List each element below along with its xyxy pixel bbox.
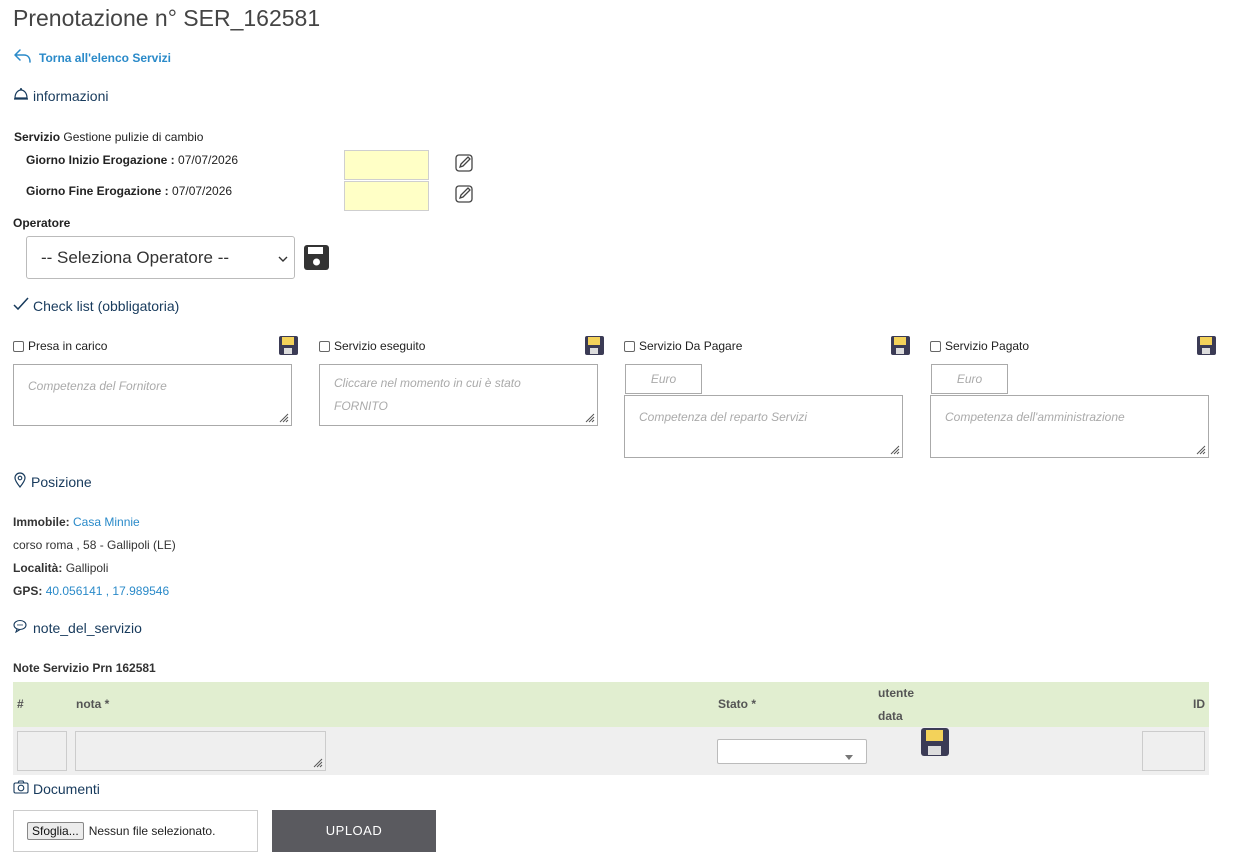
col-stato: Stato * <box>718 697 757 711</box>
checkbox-label: Servizio eseguito <box>334 339 426 353</box>
textarea-placeholder: Competenza del reparto Servizi <box>639 410 808 424</box>
note-table-title: Note Servizio Prn 162581 <box>13 661 156 675</box>
informazioni-title: informazioni <box>33 87 109 104</box>
operatore-selected: -- Seleziona Operatore -- <box>41 247 230 267</box>
page-title: Prenotazione n° SER_162581 <box>13 5 321 31</box>
note-heading: note_del_servizio <box>13 619 142 636</box>
textarea-placeholder: Competenza dell'amministrazione <box>945 410 1125 424</box>
address-text: corso roma , 58 - Gallipoli (LE) <box>13 538 176 552</box>
servizio-da-pagare-textarea[interactable]: Competenza del reparto Servizi <box>624 395 903 458</box>
save-floppy-icon[interactable] <box>584 335 605 359</box>
resize-grip-icon[interactable] <box>889 444 900 455</box>
col-data: data <box>878 709 903 723</box>
save-floppy-icon[interactable] <box>1196 335 1217 359</box>
inizio-value: 07/07/2026 <box>178 153 239 167</box>
bell-icon <box>13 87 29 104</box>
immobile-label: Immobile: <box>13 515 70 529</box>
servizio-value: Gestione pulizie di cambio <box>63 130 204 144</box>
resize-grip-icon[interactable] <box>312 757 323 768</box>
chat-bubbles-icon <box>13 619 29 636</box>
stato-select[interactable] <box>717 739 867 764</box>
localita-value: Gallipoli <box>65 561 109 575</box>
inizio-date-field[interactable] <box>344 150 429 180</box>
gps-label: GPS: <box>13 584 43 598</box>
posizione-heading: Posizione <box>13 472 92 491</box>
documenti-title: Documenti <box>33 780 100 797</box>
resize-grip-icon[interactable] <box>584 412 595 423</box>
back-to-services-link[interactable]: Torna all'elenco Servizi <box>13 48 171 67</box>
save-note-icon[interactable] <box>920 727 950 760</box>
checkbox-label: Presa in carico <box>28 339 108 353</box>
fine-value: 07/07/2026 <box>172 184 233 198</box>
col-nota: nota * <box>76 697 110 711</box>
edit-inizio-icon[interactable] <box>454 153 474 176</box>
col-hash: # <box>17 697 24 711</box>
save-floppy-icon[interactable] <box>278 335 299 359</box>
textarea-placeholder: Cliccare nel momento in cui è stato FORN… <box>334 376 521 413</box>
chevron-down-icon <box>278 248 288 268</box>
presa-in-carico-textarea[interactable]: Competenza del Fornitore <box>13 364 292 426</box>
check-icon <box>13 297 29 314</box>
checkbox-box[interactable] <box>624 340 635 352</box>
euro-pagato-input[interactable]: Euro <box>931 364 1008 394</box>
informazioni-heading: informazioni <box>13 87 108 104</box>
servizio-label: Servizio <box>14 130 61 144</box>
note-table-row <box>13 727 1209 775</box>
checkbox-box[interactable] <box>319 340 330 352</box>
checkbox-servizio-da-pagare[interactable]: Servizio Da Pagare <box>624 339 742 353</box>
fine-label: Giorno Fine Erogazione : <box>26 184 169 198</box>
id-input[interactable] <box>1142 731 1205 771</box>
upload-button[interactable]: UPLOAD <box>272 810 436 852</box>
file-status: Nessun file selezionato. <box>88 824 216 838</box>
browse-button[interactable]: Sfoglia... <box>27 822 84 840</box>
fine-row: Giorno Fine Erogazione : 07/07/2026 <box>26 184 232 198</box>
checkbox-box[interactable] <box>13 340 24 352</box>
save-floppy-icon[interactable] <box>890 335 911 359</box>
inizio-row: Giorno Inizio Erogazione : 07/07/2026 <box>26 153 238 167</box>
checkbox-presa-in-carico[interactable]: Presa in carico <box>13 339 107 353</box>
reply-arrow-icon <box>13 48 33 67</box>
save-operatore-icon[interactable] <box>303 244 330 274</box>
servizio-row: Servizio Gestione pulizie di cambio <box>14 130 203 144</box>
caret-down-icon <box>845 749 853 763</box>
file-input[interactable]: Sfoglia... Nessun file selezionato. <box>13 810 258 852</box>
edit-fine-icon[interactable] <box>454 184 474 207</box>
checklist-heading: Check list (obbligatoria) <box>13 297 179 314</box>
resize-grip-icon[interactable] <box>278 412 289 423</box>
checkbox-servizio-eseguito[interactable]: Servizio eseguito <box>319 339 425 353</box>
inizio-label: Giorno Inizio Erogazione : <box>26 153 175 167</box>
note-title: note_del_servizio <box>33 619 142 636</box>
checkbox-servizio-pagato[interactable]: Servizio Pagato <box>930 339 1029 353</box>
checklist-title: Check list (obbligatoria) <box>33 297 180 314</box>
operatore-select[interactable]: -- Seleziona Operatore -- <box>26 236 295 279</box>
euro-da-pagare-input[interactable]: Euro <box>625 364 702 394</box>
back-link-label: Torna all'elenco Servizi <box>39 50 172 65</box>
hash-input[interactable] <box>17 731 67 771</box>
col-utente: utente <box>878 686 914 700</box>
checkbox-label: Servizio Da Pagare <box>639 339 743 353</box>
immobile-link[interactable]: Casa Minnie <box>73 515 140 529</box>
checkbox-box[interactable] <box>930 340 941 352</box>
map-pin-icon <box>13 472 27 491</box>
operatore-label: Operatore <box>13 216 71 230</box>
servizio-eseguito-textarea[interactable]: Cliccare nel momento in cui è stato FORN… <box>319 364 598 426</box>
checkbox-label: Servizio Pagato <box>945 339 1030 353</box>
posizione-title: Posizione <box>31 473 92 490</box>
resize-grip-icon[interactable] <box>1195 444 1206 455</box>
fine-date-field[interactable] <box>344 181 429 211</box>
col-id: ID <box>1193 697 1205 711</box>
textarea-placeholder: Competenza del Fornitore <box>28 379 167 393</box>
note-table-header: # nota * Stato * utente data ID <box>13 682 1209 727</box>
localita-row: Località: Gallipoli <box>13 561 108 575</box>
gps-link[interactable]: 40.056141 , 17.989546 <box>46 584 169 598</box>
nota-textarea[interactable] <box>75 731 326 771</box>
documenti-heading: Documenti <box>13 780 100 797</box>
localita-label: Località: <box>13 561 63 575</box>
servizio-pagato-textarea[interactable]: Competenza dell'amministrazione <box>930 395 1209 458</box>
immobile-row: Immobile: Casa Minnie <box>13 515 140 529</box>
gps-row: GPS: 40.056141 , 17.989546 <box>13 584 169 598</box>
camera-icon <box>13 780 29 797</box>
